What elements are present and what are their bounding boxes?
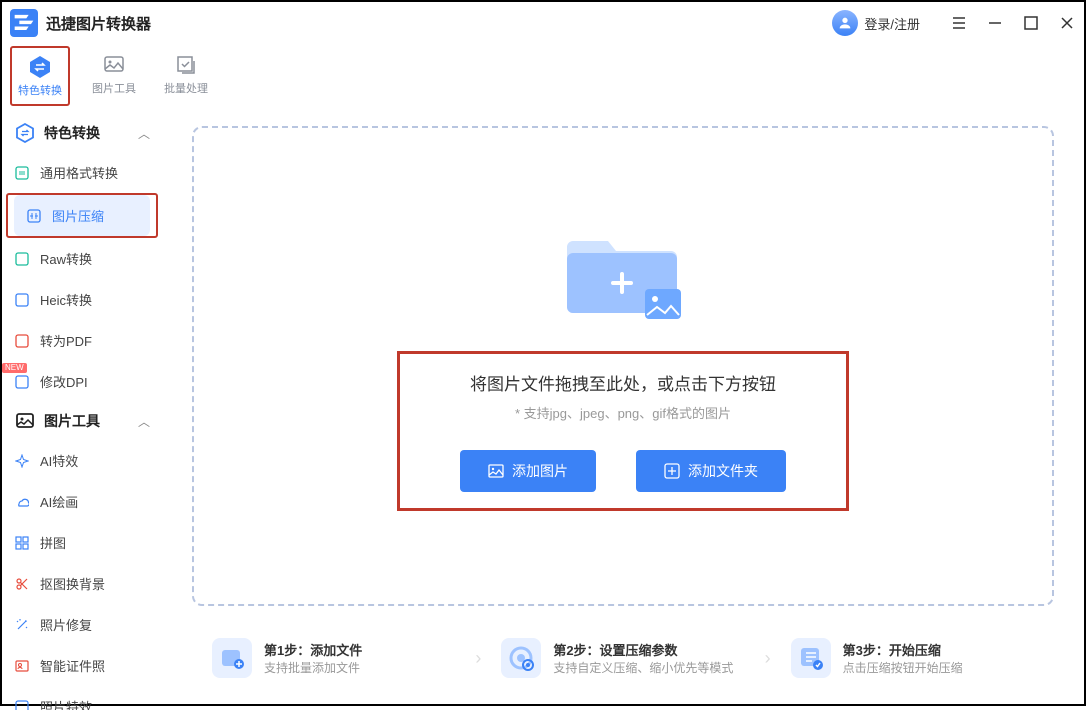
item-label: 转为PDF	[40, 331, 92, 350]
item-label: 修改DPI	[40, 372, 88, 391]
image-section-icon	[14, 410, 36, 432]
folder-graphic-icon	[553, 221, 693, 331]
grid-icon	[14, 535, 30, 551]
top-tabs: 特色转换 图片工具 批量处理	[2, 44, 1084, 106]
step-title: 第1步：添加文件	[264, 640, 362, 659]
titlebar: 迅捷图片转换器 登录/注册	[2, 2, 1084, 44]
hexagon-icon	[14, 122, 36, 144]
sidebar-item-general-convert[interactable]: 通用格式转换	[2, 152, 162, 193]
sidebar-item-id-photo[interactable]: 智能证件照	[2, 645, 162, 686]
action-box: 将图片文件拖拽至此处，或点击下方按钮 * 支持jpg、jpeg、png、gif格…	[397, 351, 849, 511]
item-label: AI绘画	[40, 492, 78, 511]
step-2: 第2步：设置压缩参数 支持自定义压缩、缩小优先等模式	[501, 638, 744, 678]
minimize-button[interactable]	[986, 14, 1004, 32]
sidebar-item-to-pdf[interactable]: 转为PDF	[2, 320, 162, 361]
sparkle-icon	[14, 453, 30, 469]
item-label: 智能证件照	[40, 656, 105, 675]
tab-image-tools[interactable]: 图片工具	[88, 48, 140, 100]
sidebar: 特色转换 ︿ 通用格式转换 图片压缩 Raw转换 Heic转换 转为PDF NE…	[2, 106, 162, 710]
steps-bar: 第1步：添加文件 支持批量添加文件 › 第2步：设置压缩参数 支持自定义压缩、缩…	[192, 626, 1054, 690]
batch-process-icon	[173, 52, 199, 78]
step-sub: 支持自定义压缩、缩小优先等模式	[553, 659, 733, 676]
add-image-button[interactable]: 添加图片	[460, 450, 596, 492]
drop-hint: * 支持jpg、jpeg、png、gif格式的图片	[515, 403, 731, 422]
settings-icon	[501, 638, 541, 678]
chevron-up-icon: ︿	[138, 413, 150, 430]
section-title: 特色转换	[44, 123, 138, 143]
item-label: 通用格式转换	[40, 163, 118, 182]
drop-title: 将图片文件拖拽至此处，或点击下方按钮	[470, 370, 776, 395]
tab-label: 图片工具	[92, 80, 136, 96]
app-logo-icon	[10, 9, 38, 37]
sidebar-item-heic-convert[interactable]: Heic转换	[2, 279, 162, 320]
scissors-icon	[14, 576, 30, 592]
effects-icon	[14, 699, 30, 710]
tab-featured-convert[interactable]: 特色转换	[14, 50, 66, 102]
compress-icon	[26, 208, 42, 224]
pdf-icon	[14, 333, 30, 349]
step-3: 第3步：开始压缩 点击压缩按钮开始压缩	[791, 638, 1034, 678]
featured-convert-icon	[27, 54, 53, 80]
sidebar-item-photo-repair[interactable]: 照片修复	[2, 604, 162, 645]
avatar-icon	[832, 10, 858, 36]
item-label: 照片特效	[40, 697, 92, 710]
sidebar-item-image-compress[interactable]: 图片压缩	[14, 195, 150, 236]
menu-button[interactable]	[950, 14, 968, 32]
btn-label: 添加文件夹	[688, 461, 758, 481]
section-image-tools[interactable]: 图片工具 ︿	[2, 402, 162, 440]
chevron-right-icon: ›	[765, 648, 771, 669]
tab-batch-process[interactable]: 批量处理	[160, 48, 212, 100]
window-controls	[950, 14, 1076, 32]
raw-icon	[14, 251, 30, 267]
dpi-icon	[14, 374, 30, 390]
close-button[interactable]	[1058, 14, 1076, 32]
sidebar-item-raw-convert[interactable]: Raw转换	[2, 238, 162, 279]
chevron-right-icon: ›	[475, 648, 481, 669]
sidebar-item-modify-dpi[interactable]: 修改DPI	[2, 361, 162, 402]
tab-label: 批量处理	[164, 80, 208, 96]
section-featured-convert[interactable]: 特色转换 ︿	[2, 114, 162, 152]
item-label: Raw转换	[40, 249, 92, 268]
maximize-button[interactable]	[1022, 14, 1040, 32]
sidebar-item-cutout-bg[interactable]: 抠图换背景	[2, 563, 162, 604]
add-folder-button[interactable]: 添加文件夹	[636, 450, 786, 492]
step-title: 第3步：开始压缩	[843, 640, 963, 659]
content-area: 将图片文件拖拽至此处，或点击下方按钮 * 支持jpg、jpeg、png、gif格…	[162, 106, 1084, 710]
id-icon	[14, 658, 30, 674]
btn-label: 添加图片	[512, 461, 568, 481]
step-title: 第2步：设置压缩参数	[553, 640, 733, 659]
login-text: 登录/注册	[864, 14, 920, 33]
folder-plus-icon	[664, 463, 680, 479]
compress-start-icon	[791, 638, 831, 678]
convert-icon	[14, 165, 30, 181]
login-register-button[interactable]: 登录/注册	[832, 10, 920, 36]
item-label: 照片修复	[40, 615, 92, 634]
item-label: 拼图	[40, 533, 66, 552]
item-label: 图片压缩	[52, 206, 104, 225]
step-sub: 支持批量添加文件	[264, 659, 362, 676]
section-title: 图片工具	[44, 411, 138, 431]
sidebar-item-ai-effects[interactable]: AI特效	[2, 440, 162, 481]
heic-icon	[14, 292, 30, 308]
item-label: AI特效	[40, 451, 78, 470]
tab-label: 特色转换	[18, 82, 62, 98]
sidebar-item-photo-effects[interactable]: 照片特效	[2, 686, 162, 710]
cloud-icon	[14, 494, 30, 510]
wand-icon	[14, 617, 30, 633]
item-label: 抠图换背景	[40, 574, 105, 593]
chevron-up-icon: ︿	[138, 125, 150, 142]
add-file-icon	[212, 638, 252, 678]
image-icon	[488, 463, 504, 479]
step-sub: 点击压缩按钮开始压缩	[843, 659, 963, 676]
sidebar-item-collage[interactable]: 拼图	[2, 522, 162, 563]
item-label: Heic转换	[40, 290, 92, 309]
app-title: 迅捷图片转换器	[46, 13, 151, 34]
drop-zone[interactable]: 将图片文件拖拽至此处，或点击下方按钮 * 支持jpg、jpeg、png、gif格…	[192, 126, 1054, 606]
image-tools-icon	[101, 52, 127, 78]
sidebar-item-ai-paint[interactable]: AI绘画	[2, 481, 162, 522]
step-1: 第1步：添加文件 支持批量添加文件	[212, 638, 455, 678]
